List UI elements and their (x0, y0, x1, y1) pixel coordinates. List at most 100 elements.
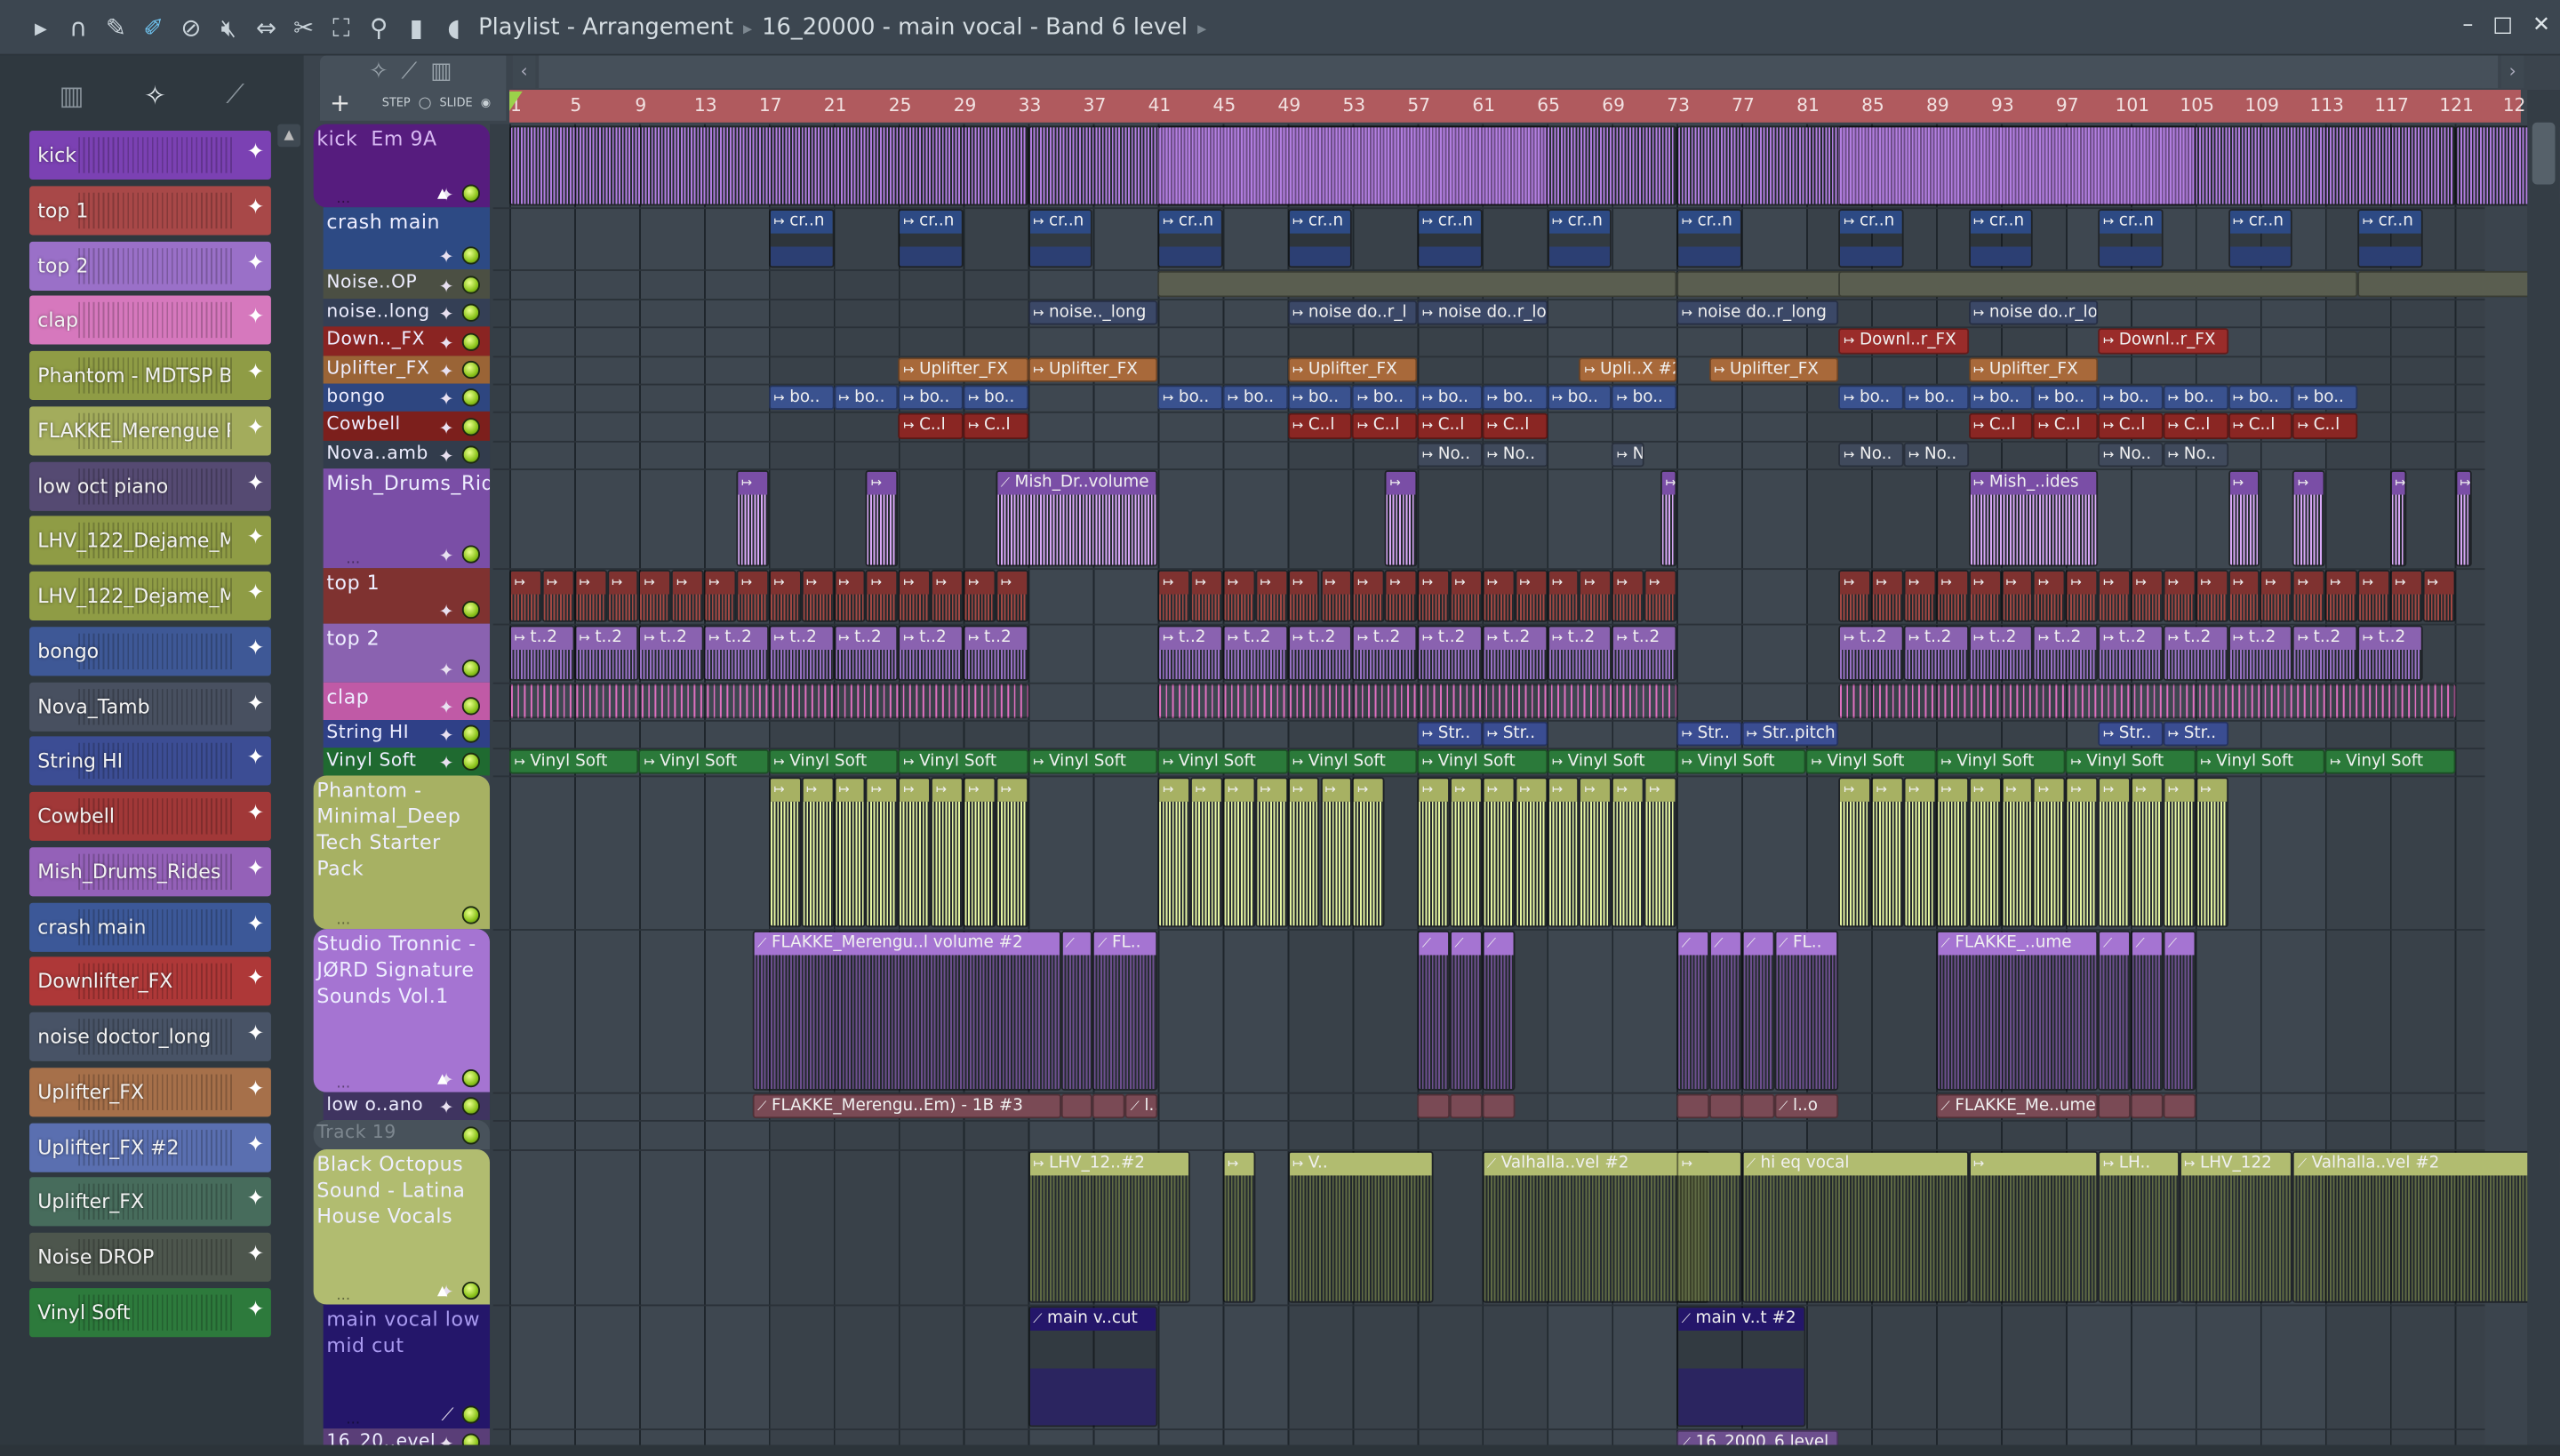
track-enable-led[interactable] (461, 360, 480, 380)
playlist-clip[interactable]: ↦ bo.. (1968, 385, 2034, 411)
playlist-clip[interactable]: ↦ bo.. (2098, 385, 2164, 411)
playlist-clip[interactable]: ↦ Vinyl Soft (2195, 749, 2325, 774)
playlist-clip[interactable]: ↦ (963, 570, 996, 622)
playlist-clip[interactable]: ↦ C..l (2098, 412, 2164, 440)
playlist-clip[interactable]: ↦ (768, 570, 802, 622)
playlist-clip[interactable]: ↦ Vinyl Soft (1676, 749, 1807, 774)
playlist-clip[interactable]: ↦ t..2 (833, 625, 899, 681)
playlist-clip[interactable]: ↦ (2195, 777, 2228, 928)
playlist-clip[interactable] (509, 125, 1028, 206)
step-toggle[interactable]: ◯ (419, 96, 431, 109)
playlist-clip[interactable]: ⟋ FL.. (1773, 930, 1839, 1091)
channel-mish-drums-rides[interactable]: Mish_Drums_Rides ✦ (29, 847, 271, 897)
audio-clip-icon[interactable]: ✧ (369, 59, 388, 84)
channel-nova-tamb[interactable]: Nova_Tamb ✦ (29, 682, 271, 732)
playlist-clip[interactable]: ↦ (1936, 777, 1969, 928)
arrangement-overview-scrollbar[interactable] (539, 55, 2499, 89)
playlist-clip[interactable]: ↦ (801, 777, 834, 928)
track-enable-led[interactable] (461, 697, 480, 716)
playlist-clip[interactable]: ↦ (1514, 777, 1548, 928)
playlist-clip[interactable]: ↦ C..l (1968, 412, 2034, 440)
playlist-clip[interactable]: ↦ t..2 (1968, 625, 2034, 681)
playlist-clip[interactable]: ↦ Vinyl Soft (1417, 749, 1548, 774)
playlist-clip[interactable]: ⟋ FLAKKE_Me..ume (1936, 1093, 2099, 1119)
playlist-clip[interactable]: ↦ (2324, 570, 2358, 622)
playlist-clip[interactable]: ↦ bo.. (2033, 385, 2099, 411)
channel-uplifter-fx-2[interactable]: Uplifter_FX #2 ✦ (29, 1123, 271, 1172)
track-header-5[interactable]: Down.._FX ✦ (323, 326, 491, 356)
playlist-clip[interactable]: ↦ (1384, 570, 1418, 622)
track-enable-led[interactable] (461, 724, 480, 743)
playlist-clip[interactable] (1482, 1093, 1515, 1119)
playlist-clip[interactable]: ↦ (1871, 570, 1904, 622)
channel-bongo[interactable]: bongo ✦ (29, 626, 271, 676)
track-header-19[interactable]: Track 19 (313, 1119, 491, 1150)
playlist-clip[interactable]: ↦ C..l (2292, 412, 2358, 440)
playlist-clip[interactable]: ↦ No.. (1838, 442, 1904, 468)
playlist-clip[interactable]: ↦ bo.. (1157, 385, 1223, 411)
playlist-clip[interactable]: ↦ (1547, 777, 1580, 928)
playlist-clip[interactable]: ⟋ main v..t #2 (1676, 1306, 1807, 1428)
playlist-clip[interactable]: ↦ Str.. (2098, 721, 2164, 747)
playlist-clip[interactable]: ↦ C..l (2228, 412, 2293, 440)
playlist-clip[interactable]: ↦ (1222, 777, 1256, 928)
channel-lhv-122-dejame-m-[interactable]: LHV_122_Dejame_M.. ✦ (29, 516, 271, 566)
playlist-clip[interactable]: ↦ (898, 570, 932, 622)
track-enable-led[interactable] (461, 418, 480, 436)
playlist-clip[interactable]: ↦ Uplifter_FX (1968, 357, 2099, 382)
channel-low-oct-piano[interactable]: low oct piano ✦ (29, 460, 271, 511)
playlist-clip[interactable]: ↦ (1482, 777, 1515, 928)
playlist-clip[interactable]: ↦ t..2 (2033, 625, 2099, 681)
playlist-clip[interactable] (1417, 1093, 1450, 1119)
playlist-clip[interactable]: ↦ (1968, 1150, 2099, 1303)
slip-icon[interactable]: ⇔ (248, 9, 284, 44)
playlist-clip[interactable]: ↦ t..2 (574, 625, 639, 681)
playlist-clip[interactable]: ↦ (996, 777, 1028, 928)
track-header-4[interactable]: noise..long ✦ (323, 299, 491, 327)
playlist-clip[interactable]: ⟋ hi eq vocal (1741, 1150, 1969, 1303)
playlist-clip[interactable]: ↦ (1903, 570, 1937, 622)
playlist-clip[interactable]: ↦ (931, 570, 964, 622)
playlist-clip[interactable]: ↦ t..2 (1547, 625, 1612, 681)
maximize-button[interactable]: □ (2492, 13, 2513, 38)
channel-flakke-merengue-pi-[interactable]: FLAKKE_Merengue Pi.. ✦ (29, 405, 271, 456)
playlist-clip[interactable]: ↦ (2195, 570, 2228, 622)
channel-uplifter-fx[interactable]: Uplifter_FX ✦ (29, 1178, 271, 1228)
piano-icon[interactable]: ▥ (430, 59, 452, 84)
playlist-clip[interactable]: ↦ t..2 (2292, 625, 2358, 681)
playlist-clip[interactable]: ↦ cr..n (1287, 209, 1353, 268)
playlist-clip[interactable]: ↦ Vinyl Soft (1157, 749, 1288, 774)
playlist-clip[interactable]: ↦ (606, 570, 639, 622)
breadcrumb-item-1[interactable]: 16_20000 - main vocal - Band 6 level (762, 14, 1188, 40)
playlist-clip[interactable]: ↦ C..l (1482, 412, 1548, 440)
track-enable-led[interactable] (461, 1097, 480, 1116)
playlist-clip[interactable]: ↦ cr..n (1838, 209, 1904, 268)
playlist-clip[interactable]: ↦ (541, 570, 575, 622)
track-enable-led[interactable] (461, 246, 480, 265)
playlist-clip[interactable]: ↦ cr..n (768, 209, 834, 268)
playlist-clip[interactable]: ↦ (1871, 777, 1904, 928)
playlist-clip[interactable]: ↦ bo.. (963, 385, 1028, 411)
track-enable-led[interactable] (461, 303, 480, 322)
collapse-arrow-icon[interactable]: ▲ (437, 1284, 447, 1299)
piano-roll-icon[interactable]: ▥ (60, 79, 84, 110)
playlist-clip[interactable] (1838, 684, 2455, 719)
track-enable-led[interactable] (461, 445, 480, 464)
playlist-clip[interactable]: ↦ (1157, 570, 1191, 622)
track-header-15[interactable]: Vinyl Soft ✦ (323, 748, 491, 776)
track-options-dots[interactable]: ... (336, 1076, 350, 1092)
add-track-button[interactable]: + (330, 88, 350, 117)
playlist-clip[interactable]: ↦ (2292, 570, 2325, 622)
playlist-clip[interactable]: ⟋ l..o (1125, 1093, 1158, 1119)
playlist-clip[interactable]: ↦ C..l (2163, 412, 2228, 440)
playlist-clip[interactable] (1060, 1093, 1093, 1119)
track-options-dots[interactable]: ... (346, 1412, 360, 1428)
playlist-clip[interactable]: ↦ Vinyl Soft (1287, 749, 1418, 774)
playlist-clip[interactable] (1838, 125, 2455, 206)
playlist-clip[interactable]: ↦ (2228, 469, 2260, 567)
playlist-clip[interactable]: ↦ Uplifter_FX (1028, 357, 1158, 382)
playlist-clip[interactable]: ⟋ FLAKKE_Merengu..l volume #2 (752, 930, 1061, 1091)
playlist-clip[interactable]: ↦ (2260, 570, 2293, 622)
playlist-clip[interactable]: ↦ t..2 (509, 625, 575, 681)
playlist-clip[interactable]: ↦ t..2 (1612, 625, 1677, 681)
